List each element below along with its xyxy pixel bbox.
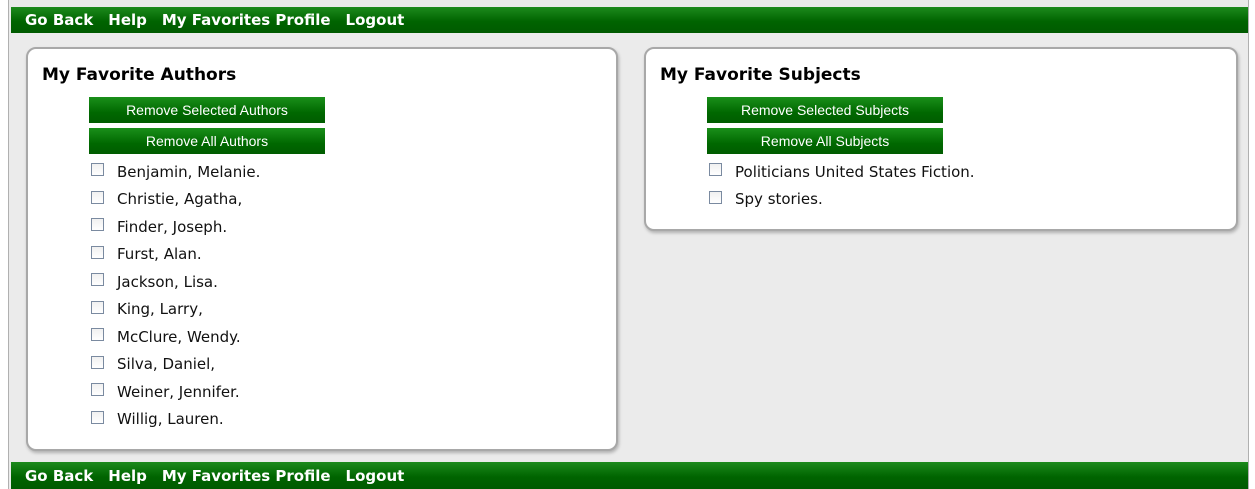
author-checkbox[interactable] bbox=[91, 163, 104, 177]
authors-list: Benjamin, Melanie. Christie, Agatha, Fin… bbox=[91, 158, 260, 433]
favorite-subjects-panel: My Favorite Subjects Remove Selected Sub… bbox=[644, 47, 1238, 231]
subject-label: Spy stories. bbox=[735, 190, 823, 209]
nav-logout[interactable]: Logout bbox=[346, 11, 405, 29]
list-item: Willig, Lauren. bbox=[91, 406, 260, 434]
author-label: Silva, Daniel, bbox=[117, 355, 216, 374]
author-label: Christie, Agatha, bbox=[117, 190, 243, 209]
author-label: Jackson, Lisa. bbox=[117, 272, 218, 291]
remove-selected-authors-button[interactable]: Remove Selected Authors bbox=[89, 97, 325, 123]
remove-all-subjects-button[interactable]: Remove All Subjects bbox=[707, 128, 943, 154]
window-frame-left bbox=[0, 0, 9, 489]
bottom-navbar: Go Back Help My Favorites Profile Logout bbox=[11, 462, 1248, 489]
list-item: Christie, Agatha, bbox=[91, 186, 260, 214]
list-item: Furst, Alan. bbox=[91, 241, 260, 269]
author-checkbox[interactable] bbox=[91, 190, 104, 204]
list-item: McClure, Wendy. bbox=[91, 323, 260, 351]
subject-checkbox[interactable] bbox=[709, 163, 722, 177]
author-checkbox[interactable] bbox=[91, 410, 104, 424]
author-label: Willig, Lauren. bbox=[117, 410, 224, 429]
subject-checkbox[interactable] bbox=[709, 190, 722, 204]
nav-favorites-profile[interactable]: My Favorites Profile bbox=[162, 467, 331, 485]
list-item: Finder, Joseph. bbox=[91, 213, 260, 241]
top-navbar: Go Back Help My Favorites Profile Logout bbox=[11, 7, 1248, 33]
remove-selected-subjects-button[interactable]: Remove Selected Subjects bbox=[707, 97, 943, 123]
nav-go-back[interactable]: Go Back bbox=[25, 11, 93, 29]
nav-help[interactable]: Help bbox=[108, 467, 147, 485]
list-item: Spy stories. bbox=[709, 186, 975, 214]
author-label: Finder, Joseph. bbox=[117, 217, 228, 236]
remove-all-authors-button[interactable]: Remove All Authors bbox=[89, 128, 325, 154]
subject-label: Politicians United States Fiction. bbox=[735, 162, 975, 181]
author-label: McClure, Wendy. bbox=[117, 327, 241, 346]
nav-logout[interactable]: Logout bbox=[346, 467, 405, 485]
author-checkbox[interactable] bbox=[91, 383, 104, 397]
list-item: Politicians United States Fiction. bbox=[709, 158, 975, 186]
nav-help[interactable]: Help bbox=[108, 11, 147, 29]
subjects-list: Politicians United States Fiction. Spy s… bbox=[709, 158, 975, 213]
nav-go-back[interactable]: Go Back bbox=[25, 467, 93, 485]
author-checkbox[interactable] bbox=[91, 355, 104, 369]
list-item: Silva, Daniel, bbox=[91, 351, 260, 379]
list-item: Weiner, Jennifer. bbox=[91, 378, 260, 406]
list-item: Benjamin, Melanie. bbox=[91, 158, 260, 186]
author-checkbox[interactable] bbox=[91, 328, 104, 342]
favorite-authors-title: My Favorite Authors bbox=[42, 65, 237, 85]
author-checkbox[interactable] bbox=[91, 273, 104, 287]
window-frame-right bbox=[1248, 0, 1255, 489]
list-item: King, Larry, bbox=[91, 296, 260, 324]
list-item: Jackson, Lisa. bbox=[91, 268, 260, 296]
author-label: Weiner, Jennifer. bbox=[117, 382, 240, 401]
author-checkbox[interactable] bbox=[91, 218, 104, 232]
author-label: King, Larry, bbox=[117, 300, 203, 319]
author-checkbox[interactable] bbox=[91, 300, 104, 314]
author-checkbox[interactable] bbox=[91, 245, 104, 259]
nav-favorites-profile[interactable]: My Favorites Profile bbox=[162, 11, 331, 29]
top-strip bbox=[11, 0, 1248, 7]
favorite-subjects-title: My Favorite Subjects bbox=[660, 65, 861, 85]
favorite-authors-panel: My Favorite Authors Remove Selected Auth… bbox=[26, 47, 618, 451]
author-label: Furst, Alan. bbox=[117, 245, 202, 264]
author-label: Benjamin, Melanie. bbox=[117, 162, 261, 181]
